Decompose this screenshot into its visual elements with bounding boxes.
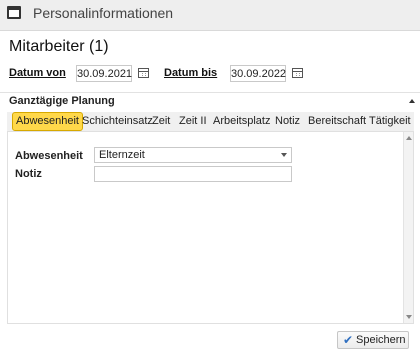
date-to-input[interactable]: 30.09.2022 bbox=[230, 65, 286, 82]
tab-taetigkeit[interactable]: Tätigkeit bbox=[369, 113, 411, 130]
scroll-down-icon[interactable] bbox=[406, 315, 412, 319]
page-heading: Mitarbeiter (1) bbox=[9, 38, 109, 55]
date-from-input[interactable]: 30.09.2021 bbox=[76, 65, 132, 82]
tab-bar: Abwesenheit Schichteinsatz Zeit Zeit II … bbox=[7, 112, 414, 131]
collapse-up-icon[interactable] bbox=[409, 99, 415, 103]
tab-abwesenheit[interactable]: Abwesenheit bbox=[12, 112, 83, 131]
date-to-label: Datum bis bbox=[164, 67, 218, 79]
note-input[interactable] bbox=[94, 166, 292, 182]
tab-arbeitsplatz[interactable]: Arbeitsplatz bbox=[213, 113, 270, 130]
section-title: Ganztägige Planung bbox=[9, 95, 115, 107]
scroll-up-icon[interactable] bbox=[406, 136, 412, 140]
tab-notiz[interactable]: Notiz bbox=[275, 113, 300, 130]
tab-zeit-ii[interactable]: Zeit II bbox=[179, 113, 207, 130]
vertical-scrollbar[interactable] bbox=[403, 132, 413, 323]
tab-zeit[interactable]: Zeit bbox=[152, 113, 170, 130]
save-button-label: Speichern bbox=[356, 334, 406, 346]
calendar-icon[interactable] bbox=[138, 68, 149, 78]
absence-select[interactable]: Elternzeit bbox=[94, 147, 292, 163]
absence-label: Abwesenheit bbox=[15, 150, 83, 162]
tab-schichteinsatz[interactable]: Schichteinsatz bbox=[82, 113, 153, 130]
window-icon bbox=[7, 6, 21, 19]
save-button[interactable]: ✔ Speichern bbox=[337, 331, 409, 349]
date-from-label: Datum von bbox=[9, 67, 66, 79]
calendar-icon[interactable] bbox=[292, 68, 303, 78]
title-bar: Personalinformationen bbox=[0, 0, 420, 31]
window-title: Personalinformationen bbox=[33, 5, 174, 21]
chevron-down-icon[interactable] bbox=[281, 153, 287, 157]
checkmark-icon: ✔ bbox=[343, 333, 354, 347]
tab-bereitschaft[interactable]: Bereitschaft bbox=[308, 113, 366, 130]
absence-value: Elternzeit bbox=[99, 149, 145, 161]
note-label: Notiz bbox=[15, 168, 42, 180]
section-header[interactable]: Ganztägige Planung bbox=[0, 92, 420, 110]
